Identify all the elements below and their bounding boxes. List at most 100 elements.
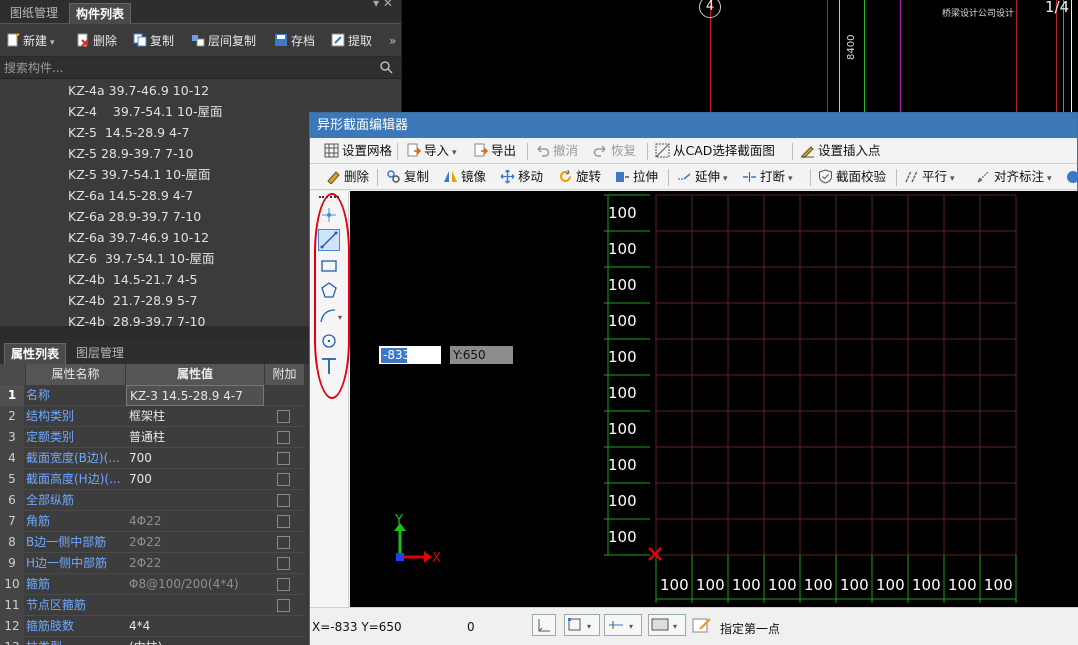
property-value[interactable] — [126, 595, 264, 616]
shield-icon — [819, 169, 832, 184]
property-value[interactable]: 700 — [126, 469, 264, 490]
new-label: 新建 — [23, 34, 48, 48]
list-item[interactable]: KZ-6 39.7-54.1 10-屋面 — [68, 248, 215, 269]
export-label: 导出 — [491, 143, 517, 158]
list-item[interactable]: KZ-6a 14.5-28.9 4-7 — [68, 185, 193, 206]
table-row[interactable]: 10 箍筋 Φ8@100/200(4*4) — [0, 574, 305, 595]
list-item[interactable]: KZ-6a 28.9-39.7 7-10 — [68, 206, 201, 227]
list-item[interactable]: KZ-5 14.5-28.9 4-7 — [68, 122, 190, 143]
more-icon[interactable]: » — [389, 31, 396, 51]
list-item[interactable]: KZ-4b 28.9-39.7 7-10 — [68, 311, 205, 326]
table-row[interactable]: 5 截面高度(H边)(... 700 — [0, 469, 305, 490]
list-item[interactable]: KZ-5 39.7-54.1 10-屋面 — [68, 164, 211, 185]
row-number: 1 — [0, 385, 24, 406]
table-row[interactable]: 1 名称 KZ-3 14.5-28.9 4-7 — [0, 385, 305, 406]
stretch-button[interactable]: 拉伸 — [615, 168, 658, 186]
new-button[interactable]: 新建 ▾ — [6, 31, 55, 51]
undo-label: 撤消 — [553, 143, 579, 158]
property-value[interactable]: 框架柱 — [126, 406, 264, 427]
break-icon — [743, 172, 756, 182]
property-value[interactable]: 700 — [126, 448, 264, 469]
property-value[interactable]: (中柱) — [126, 637, 264, 645]
property-value[interactable]: 4*4 — [126, 616, 264, 637]
set-grid-button[interactable]: 设置网格 — [324, 142, 392, 160]
table-row[interactable]: 6 全部纵筋 — [0, 490, 305, 511]
tab-property-list[interactable]: 属性列表 — [4, 343, 67, 364]
window-title[interactable]: 异形截面编辑器 — [310, 113, 1077, 138]
table-row[interactable]: 9 H边一侧中部筋 2Φ22 — [0, 553, 305, 574]
table-row[interactable]: 8 B边一侧中部筋 2Φ22 — [0, 532, 305, 553]
property-value[interactable]: 普通柱 — [126, 427, 264, 448]
delete-button[interactable]: 删除 — [326, 168, 369, 186]
list-item[interactable]: KZ-6a 39.7-46.9 10-12 — [68, 227, 209, 248]
extra-checkbox[interactable] — [277, 578, 290, 591]
ortho-toggle[interactable] — [532, 614, 556, 636]
parallel-button[interactable]: 平行 ▾ — [904, 168, 955, 186]
display-dropdown[interactable]: ▾ — [648, 614, 686, 636]
property-value[interactable]: 4Φ22 — [126, 511, 264, 532]
extra-checkbox[interactable] — [277, 515, 290, 528]
break-button[interactable]: 打断 ▾ — [742, 168, 793, 186]
search-input[interactable] — [4, 59, 374, 77]
break-label: 打断 — [760, 169, 786, 184]
list-item[interactable]: KZ-4 39.7-54.1 10-屋面 — [68, 101, 222, 122]
table-row[interactable]: 2 结构类别 框架柱 — [0, 406, 305, 427]
extra-checkbox[interactable] — [277, 494, 290, 507]
export-button[interactable]: 导出 — [473, 142, 516, 160]
extra-checkbox[interactable] — [277, 557, 290, 570]
copy-button[interactable]: 复制 — [386, 168, 429, 186]
copy-button[interactable]: 复制 — [133, 31, 174, 51]
rotate-button[interactable]: 旋转 — [558, 168, 601, 186]
grid-row-label: 100 — [608, 492, 637, 510]
list-item[interactable]: KZ-4b 14.5-21.7 4-5 — [68, 269, 197, 290]
table-row[interactable]: 11 节点区箍筋 — [0, 595, 305, 616]
extra-checkbox[interactable] — [277, 536, 290, 549]
set-insert-point-button[interactable]: 设置插入点 — [800, 142, 881, 160]
select-from-cad-button[interactable]: 从CAD选择截面图 — [655, 142, 775, 160]
extra-checkbox[interactable] — [277, 452, 290, 465]
table-row[interactable]: 13 柱类型 (中柱) — [0, 637, 305, 645]
extra-checkbox[interactable] — [277, 431, 290, 444]
import-button[interactable]: 导入 ▾ — [406, 142, 457, 160]
extract-button[interactable]: 提取 — [331, 31, 372, 51]
mirror-button[interactable]: 镜像 — [443, 168, 486, 186]
table-row[interactable]: 12 箍筋肢数 4*4 — [0, 616, 305, 637]
delete-button[interactable]: 删除 — [76, 31, 117, 51]
tab-drawing-management[interactable]: 图纸管理 — [4, 3, 64, 24]
extra-checkbox[interactable] — [277, 473, 290, 486]
section-check-button[interactable]: 截面校验 — [818, 168, 886, 186]
list-item[interactable]: KZ-4b 21.7-28.9 5-7 — [68, 290, 197, 311]
table-row[interactable]: 7 角筋 4Φ22 — [0, 511, 305, 532]
track-dropdown[interactable]: ▾ — [604, 614, 642, 636]
property-value[interactable]: KZ-3 14.5-28.9 4-7 — [126, 385, 264, 406]
property-value[interactable]: 2Φ22 — [126, 532, 264, 553]
close-icon[interactable]: ▾ ✕ — [373, 0, 393, 10]
list-item[interactable]: KZ-4a 39.7-46.9 10-12 — [68, 80, 209, 101]
align-dimension-button[interactable]: 对齐标注 ▾ — [976, 168, 1052, 186]
snap-dropdown[interactable]: ▾ — [564, 614, 600, 636]
archive-button[interactable]: 存档 — [274, 31, 315, 51]
table-row[interactable]: 4 截面宽度(B边)(... 700 — [0, 448, 305, 469]
undo-button[interactable]: 撤消 — [535, 142, 578, 160]
extra-checkbox[interactable] — [277, 599, 290, 612]
tab-layer-management[interactable]: 图层管理 — [70, 343, 130, 364]
property-value[interactable]: 2Φ22 — [126, 553, 264, 574]
search-icon[interactable] — [380, 61, 393, 74]
redo-button[interactable]: 恢复 — [593, 142, 636, 160]
red-highlight-oval — [314, 193, 350, 399]
move-button[interactable]: 移动 — [500, 168, 543, 186]
extra-checkbox[interactable] — [277, 410, 290, 423]
axis-line — [1056, 0, 1057, 112]
table-row[interactable]: 3 定额类别 普通柱 — [0, 427, 305, 448]
list-item[interactable]: KZ-5 28.9-39.7 7-10 — [68, 143, 194, 164]
parallel-icon — [905, 170, 918, 183]
property-value[interactable]: Φ8@100/200(4*4) — [126, 574, 264, 595]
origin-marker-icon — [648, 547, 662, 561]
tab-component-list[interactable]: 构件列表 — [69, 3, 132, 24]
row-number: 7 — [0, 511, 24, 532]
drawing-canvas[interactable]: -833 Y:650 10010010010010010010010010010… — [350, 191, 1078, 607]
property-value[interactable] — [126, 490, 264, 511]
floor-copy-button[interactable]: 层间复制 — [191, 31, 256, 51]
extend-button[interactable]: 延伸 ▾ — [677, 168, 728, 186]
more-tools-icon[interactable] — [1065, 168, 1078, 186]
